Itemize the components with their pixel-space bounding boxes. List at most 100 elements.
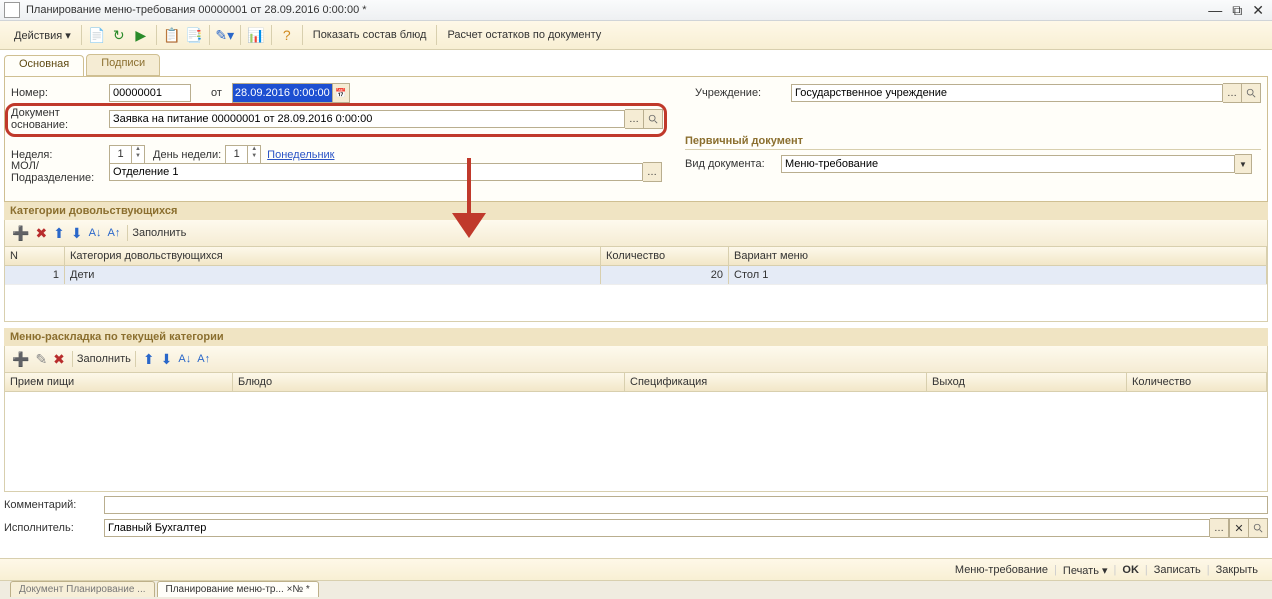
show-dishes-button[interactable]: Показать состав блюд [307,27,433,43]
institution-search[interactable] [1242,83,1261,103]
categories-toolbar: ➕ ✖ ⬆ ⬇ A↓ A↑ Заполнить [4,220,1268,247]
doc-type-input[interactable] [781,155,1235,173]
move-up-icon[interactable]: ⬆ [143,352,155,366]
minimize-icon[interactable]: — [1208,3,1222,17]
col-out[interactable]: Выход [927,373,1127,391]
go-icon[interactable]: ▶ [132,26,150,44]
menu-req-button[interactable]: Меню-требование [955,564,1048,576]
close-button[interactable]: Закрыть [1216,564,1258,576]
document-icon [4,2,20,18]
col-spec[interactable]: Спецификация [625,373,927,391]
report-icon[interactable]: 📊 [247,26,265,44]
window-title: Планирование меню-требования 00000001 от… [26,4,1208,16]
col-category[interactable]: Категория довольствующихся [65,247,601,265]
doc-type-dropdown[interactable]: ▼ [1235,154,1252,174]
date-input[interactable]: 28.09.2016 0:00:00 [232,83,333,103]
add-icon[interactable]: ➕ [12,226,29,240]
sort-desc-icon[interactable]: A↑ [197,352,210,366]
menu-grid: Прием пищи Блюдо Спецификация Выход Коли… [4,373,1268,492]
status-tab[interactable]: Документ Планирование ... [10,581,155,597]
comment-row: Комментарий: [4,496,1268,514]
delete-icon[interactable]: ✖ [53,352,65,366]
sort-asc-icon[interactable]: A↓ [89,226,102,240]
cats-fill-button[interactable]: Заполнить [132,227,186,239]
executor-input[interactable] [104,519,1210,537]
categories-grid: N Категория довольствующихся Количество … [4,247,1268,322]
institution-ellipsis[interactable]: … [1223,83,1242,103]
search-icon [1253,523,1263,533]
restore-icon[interactable]: ⧉ [1232,3,1242,17]
menu-layout-header: Меню-раскладка по текущей категории [4,328,1268,346]
col-qty[interactable]: Количество [601,247,729,265]
categories-header: Категории довольствующихся [4,202,1268,220]
tab-signatures[interactable]: Подписи [86,54,160,76]
menu-toolbar: ➕ ✎ ✖ Заполнить ⬆ ⬇ A↓ A↑ [4,346,1268,373]
help-icon[interactable]: ? [278,26,296,44]
sort-desc-icon[interactable]: A↑ [107,226,120,240]
comment-input[interactable] [104,496,1268,514]
close-icon[interactable]: ✕ [1252,3,1264,17]
weekday-link[interactable]: Понедельник [267,149,334,161]
doc-basis-search[interactable] [644,109,663,129]
mol-label: МОЛ/Подразделение: [11,160,109,184]
delete-icon[interactable]: ✖ [35,226,47,240]
header-panel: Номер: от 28.09.2016 0:00:00 📅 Учреждени… [4,76,1268,202]
search-icon [1246,88,1256,98]
paste-icon[interactable]: 📑 [185,26,203,44]
executor-ellipsis[interactable]: … [1210,518,1229,538]
col-dish[interactable]: Блюдо [233,373,625,391]
number-label: Номер: [11,87,109,99]
week-spinner[interactable]: 1▲▼ [109,145,145,165]
mol-ellipsis[interactable]: … [643,162,662,182]
refresh-icon[interactable]: ↻ [110,26,128,44]
save-icon[interactable]: 📄 [88,26,106,44]
mol-input[interactable] [109,163,643,181]
move-up-icon[interactable]: ⬆ [53,226,65,240]
actions-button[interactable]: Действия ▾ [8,27,77,44]
weekday-label: День недели: [153,149,221,161]
doc-type-label: Вид документа: [685,158,781,170]
calc-balances-button[interactable]: Расчет остатков по документу [441,27,607,43]
nav-icon[interactable]: ✎▾ [216,26,234,44]
comment-label: Комментарий: [4,499,104,511]
doc-basis-input[interactable] [109,110,625,128]
sort-asc-icon[interactable]: A↓ [178,352,191,366]
toolbar: Действия ▾ 📄 ↻ ▶ 📋 📑 ✎▾ 📊 ? Показать сос… [0,21,1272,50]
weekday-spinner[interactable]: 1▲▼ [225,145,261,165]
save-button[interactable]: Записать [1154,564,1201,576]
col-meal[interactable]: Прием пищи [5,373,233,391]
status-tab-active[interactable]: Планирование меню-тр... ×№ * [157,581,319,597]
executor-search[interactable] [1249,518,1268,538]
executor-row: Исполнитель: … ✕ [4,518,1268,538]
search-icon [648,114,658,124]
edit-icon[interactable]: ✎ [35,352,47,366]
tab-main[interactable]: Основная [4,55,84,77]
menu-fill-button[interactable]: Заполнить [77,353,131,365]
number-input[interactable] [109,84,191,102]
move-down-icon[interactable]: ⬇ [71,226,83,240]
move-down-icon[interactable]: ⬇ [161,352,173,366]
calendar-icon[interactable]: 📅 [333,83,350,103]
add-icon[interactable]: ➕ [12,352,29,366]
command-bar: Меню-требование | Печать ▾ | OK | Записа… [0,558,1272,581]
week-label: Неделя: [11,149,109,161]
col-qty[interactable]: Количество [1127,373,1267,391]
copy-icon[interactable]: 📋 [163,26,181,44]
print-button[interactable]: Печать ▾ [1063,564,1108,577]
status-tabs: Документ Планирование ... Планирование м… [0,580,1272,599]
ok-button[interactable]: OK [1122,564,1139,576]
institution-input[interactable] [791,84,1223,102]
doc-basis-ellipsis[interactable]: … [625,109,644,129]
primary-doc-header: Первичный документ [685,135,1261,150]
doc-basis-label: Документоснование: [11,107,109,131]
table-row[interactable]: 1 Дети 20 Стол 1 [5,266,1267,285]
executor-clear[interactable]: ✕ [1229,518,1249,538]
institution-label: Учреждение: [695,87,791,99]
from-label: от [211,87,222,99]
tab-strip: Основная Подписи [4,54,1268,76]
title-bar: Планирование меню-требования 00000001 от… [0,0,1272,21]
executor-label: Исполнитель: [4,522,104,534]
col-n[interactable]: N [5,247,65,265]
col-variant[interactable]: Вариант меню [729,247,1267,265]
window-controls: — ⧉ ✕ [1208,3,1268,17]
